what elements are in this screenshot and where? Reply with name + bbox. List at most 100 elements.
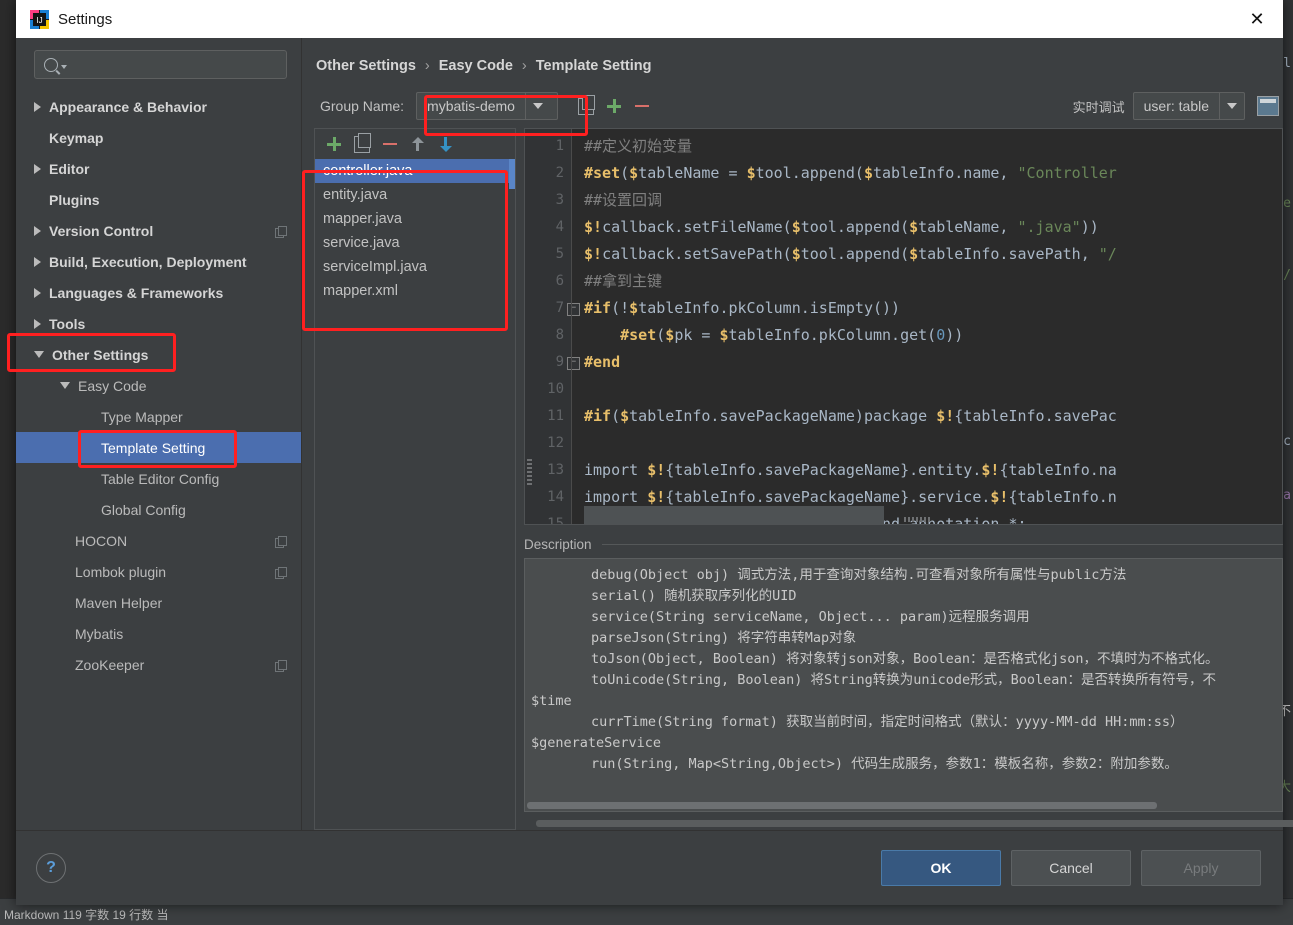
sidebar-item-hocon[interactable]: HOCON (16, 525, 301, 556)
sidebar-item-build-execution-deployment[interactable]: Build, Execution, Deployment (16, 246, 301, 277)
sidebar-item-label: Keymap (49, 130, 103, 146)
search-icon (44, 58, 58, 72)
sidebar-item-lombok-plugin[interactable]: Lombok plugin (16, 556, 301, 587)
remove-group-button[interactable] (628, 92, 656, 120)
sidebar-item-label: Editor (49, 161, 89, 177)
apply-button[interactable]: Apply (1141, 850, 1261, 886)
copy-icon[interactable] (275, 225, 287, 237)
file-list-items: controller.javaentity.javamapper.javaser… (315, 159, 515, 829)
chevron-right-icon[interactable] (34, 226, 41, 236)
move-up-button[interactable] (409, 135, 427, 153)
sidebar-item-languages-frameworks[interactable]: Languages & Frameworks (16, 277, 301, 308)
description-content: debug(Object obj) 调式方法,用于查询对象结构.可查看对象所有属… (524, 558, 1283, 812)
editor-code-area[interactable]: ##定义初始变量#set($tableName = $tool.append($… (571, 129, 1282, 524)
template-file-list: controller.javaentity.javamapper.javaser… (314, 128, 516, 830)
editor-line-number: 15 (525, 511, 571, 525)
chevron-right-icon[interactable] (34, 288, 41, 298)
list-item[interactable]: entity.java (315, 183, 515, 207)
breadcrumb-separator-2: › (522, 58, 527, 74)
list-item[interactable]: mapper.xml (315, 279, 515, 303)
sidebar-item-appearance-behavior[interactable]: Appearance & Behavior (16, 91, 301, 122)
sidebar-item-plugins[interactable]: Plugins (16, 184, 301, 215)
dialog-footer: ? OK Cancel Apply (16, 830, 1283, 905)
panel-icon[interactable] (1257, 96, 1279, 116)
chevron-down-icon[interactable] (60, 382, 70, 389)
file-list-scrollbar[interactable] (509, 159, 515, 189)
list-item[interactable]: mapper.java (315, 207, 515, 231)
search-input[interactable] (34, 50, 287, 79)
chevron-right-icon[interactable] (34, 319, 41, 329)
debug-table-select[interactable]: user: table (1133, 92, 1245, 120)
sidebar-item-type-mapper[interactable]: Type Mapper (16, 401, 301, 432)
copy-group-button[interactable] (572, 92, 600, 120)
move-down-button[interactable] (437, 135, 455, 153)
copy-template-button[interactable] (353, 135, 371, 153)
copy-icon[interactable] (275, 659, 287, 671)
sidebar-item-label: Plugins (49, 192, 100, 208)
editor-code-line: $!callback.setSavePath($tool.append($tab… (572, 241, 1282, 268)
sidebar-item-table-editor-config[interactable]: Table Editor Config (16, 463, 301, 494)
background-peek-text-3: / (1283, 268, 1291, 283)
debug-label: 实时调试 (1073, 97, 1125, 116)
editor-vertical-grip[interactable] (527, 459, 532, 485)
content-hscrollbar-thumb[interactable] (536, 820, 1293, 827)
minus-icon (635, 105, 649, 108)
copy-icon[interactable] (275, 566, 287, 578)
group-name-label: Group Name: (320, 98, 404, 114)
sidebar-item-editor[interactable]: Editor (16, 153, 301, 184)
sidebar-item-mybatis[interactable]: Mybatis (16, 618, 301, 649)
cancel-button[interactable]: Cancel (1011, 850, 1131, 886)
remove-template-button[interactable] (381, 135, 399, 153)
description-line: currTime(String format) 获取当前时间，指定时间格式（默认… (525, 712, 1282, 733)
breadcrumb-part-2[interactable]: Easy Code (439, 58, 513, 74)
chevron-right-icon[interactable] (34, 257, 41, 267)
breadcrumb-part-1[interactable]: Other Settings (316, 58, 416, 74)
sidebar-item-global-config[interactable]: Global Config (16, 494, 301, 525)
sidebar-item-label: Table Editor Config (101, 471, 219, 487)
svg-text:IJ: IJ (36, 16, 42, 25)
chevron-down-icon[interactable] (525, 93, 550, 119)
file-list-toolbar (315, 129, 515, 159)
editor-line-number: 14 (525, 484, 571, 511)
sidebar-item-maven-helper[interactable]: Maven Helper (16, 587, 301, 618)
add-group-button[interactable] (600, 92, 628, 120)
content-hscrollbar-track[interactable] (536, 818, 1283, 830)
chevron-down-icon[interactable] (34, 351, 44, 358)
editor-code-line: import $!{tableInfo.savePackageName}.ent… (572, 457, 1282, 484)
list-item[interactable]: service.java (315, 231, 515, 255)
editor-line-number: 11 (525, 403, 571, 430)
sidebar-item-label: Easy Code (78, 378, 146, 394)
editor-code-line: ##定义初始变量 (572, 133, 1282, 160)
chevron-down-icon[interactable] (1219, 93, 1244, 119)
copy-icon (578, 98, 594, 115)
sidebar-item-tools[interactable]: Tools (16, 308, 301, 339)
sidebar-item-keymap[interactable]: Keymap (16, 122, 301, 153)
add-template-button[interactable] (325, 135, 343, 153)
editor-code-line: #if($tableInfo.savePackageName)package $… (572, 403, 1282, 430)
group-name-select[interactable]: mybatis-demo (416, 92, 558, 120)
editor-horizontal-grip[interactable] (904, 517, 930, 522)
breadcrumb-separator-1: › (425, 58, 430, 74)
editor-code-line (572, 430, 1282, 457)
chevron-down-icon (61, 65, 67, 69)
close-icon[interactable]: ✕ (1231, 0, 1283, 38)
sidebar-item-other-settings[interactable]: Other Settings (16, 339, 301, 370)
list-item[interactable]: serviceImpl.java (315, 255, 515, 279)
copy-icon[interactable] (275, 535, 287, 547)
template-code-editor[interactable]: 1234567−89−101112131415 ##定义初始变量#set($ta… (524, 128, 1283, 525)
description-hscrollbar[interactable] (527, 802, 1157, 809)
chevron-right-icon[interactable] (34, 102, 41, 112)
sidebar-item-easy-code[interactable]: Easy Code (16, 370, 301, 401)
editor-line-number: 4 (525, 214, 571, 241)
description-divider (602, 544, 1283, 545)
intellij-idea-icon: IJ (30, 10, 49, 29)
sidebar-item-zookeeper[interactable]: ZooKeeper (16, 649, 301, 680)
ok-button[interactable]: OK (881, 850, 1001, 886)
chevron-right-icon[interactable] (34, 164, 41, 174)
list-item[interactable]: controller.java (315, 159, 515, 183)
editor-code-line: #end (572, 349, 1282, 376)
group-name-value: mybatis-demo (417, 98, 525, 114)
sidebar-item-template-setting[interactable]: Template Setting (16, 432, 301, 463)
sidebar-item-version-control[interactable]: Version Control (16, 215, 301, 246)
help-button[interactable]: ? (36, 853, 66, 883)
